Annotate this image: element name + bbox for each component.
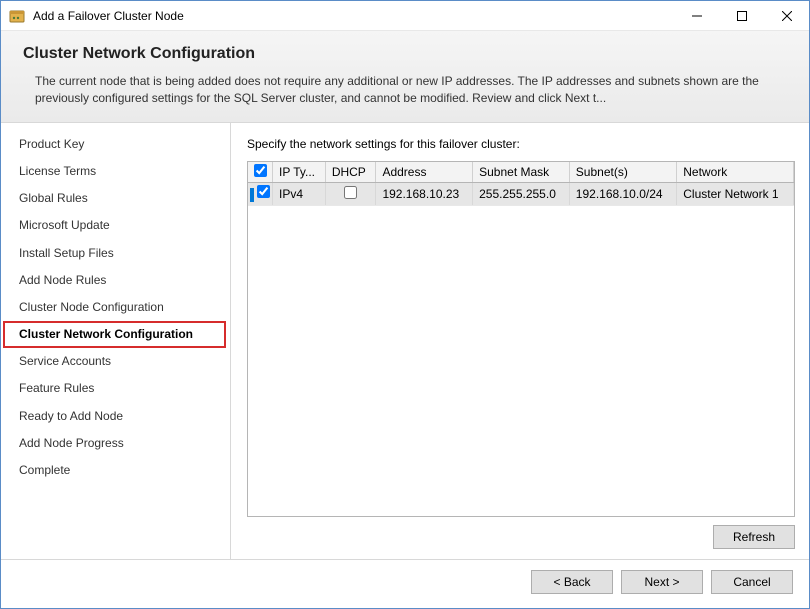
body: Product KeyLicense TermsGlobal RulesMicr… [1, 123, 809, 559]
table-row[interactable]: IPv4 192.168.10.23255.255.255.0192.168.10… [248, 182, 794, 205]
instruction-text: Specify the network settings for this fa… [247, 137, 795, 151]
maximize-button[interactable] [719, 1, 764, 30]
cancel-button[interactable]: Cancel [711, 570, 793, 594]
sidebar: Product KeyLicense TermsGlobal RulesMicr… [1, 123, 231, 559]
minimize-button[interactable] [674, 1, 719, 30]
sidebar-item[interactable]: Complete [1, 457, 230, 484]
sidebar-item[interactable]: Global Rules [1, 185, 230, 212]
footer: < Back Next > Cancel [1, 559, 809, 608]
col-header-check[interactable] [248, 162, 273, 183]
sidebar-item[interactable]: Feature Rules [1, 375, 230, 402]
col-header-subnets[interactable]: Subnet(s) [569, 162, 676, 183]
cell-mask: 255.255.255.0 [473, 182, 570, 205]
sidebar-item[interactable]: Product Key [1, 131, 230, 158]
sidebar-item[interactable]: Service Accounts [1, 348, 230, 375]
sidebar-item[interactable]: Cluster Node Configuration [1, 294, 230, 321]
col-header-network[interactable]: Network [677, 162, 794, 183]
app-icon [9, 8, 25, 24]
refresh-button[interactable]: Refresh [713, 525, 795, 549]
page-header: Cluster Network Configuration The curren… [1, 31, 809, 123]
sidebar-item[interactable]: Install Setup Files [1, 240, 230, 267]
sidebar-item[interactable]: Ready to Add Node [1, 403, 230, 430]
col-header-dhcp[interactable]: DHCP [325, 162, 376, 183]
col-header-mask[interactable]: Subnet Mask [473, 162, 570, 183]
cell-dhcp[interactable] [325, 182, 376, 205]
col-header-iptype[interactable]: IP Ty... [273, 162, 326, 183]
page-description: The current node that is being added doe… [23, 73, 787, 108]
row-check-cell[interactable] [248, 182, 273, 205]
row-checkbox[interactable] [257, 185, 270, 198]
cell-iptype: IPv4 [273, 182, 326, 205]
sidebar-item[interactable]: Cluster Network Configuration [3, 321, 226, 348]
sidebar-item[interactable]: Add Node Progress [1, 430, 230, 457]
refresh-row: Refresh [247, 517, 795, 549]
cell-network: Cluster Network 1 [677, 182, 794, 205]
main-pane: Specify the network settings for this fa… [231, 123, 809, 559]
sidebar-item[interactable]: License Terms [1, 158, 230, 185]
cell-address: 192.168.10.23 [376, 182, 473, 205]
network-grid[interactable]: IP Ty... DHCP Address Subnet Mask Subnet… [247, 161, 795, 517]
back-button[interactable]: < Back [531, 570, 613, 594]
sidebar-item[interactable]: Add Node Rules [1, 267, 230, 294]
cell-subnets: 192.168.10.0/24 [569, 182, 676, 205]
sidebar-item[interactable]: Microsoft Update [1, 212, 230, 239]
page-title: Cluster Network Configuration [23, 45, 787, 63]
next-button[interactable]: Next > [621, 570, 703, 594]
dhcp-checkbox[interactable] [344, 186, 357, 199]
col-header-address[interactable]: Address [376, 162, 473, 183]
window-title: Add a Failover Cluster Node [33, 9, 674, 23]
header-checkbox[interactable] [254, 164, 267, 177]
close-button[interactable] [764, 1, 809, 30]
titlebar: Add a Failover Cluster Node [1, 1, 809, 31]
window-buttons [674, 1, 809, 30]
